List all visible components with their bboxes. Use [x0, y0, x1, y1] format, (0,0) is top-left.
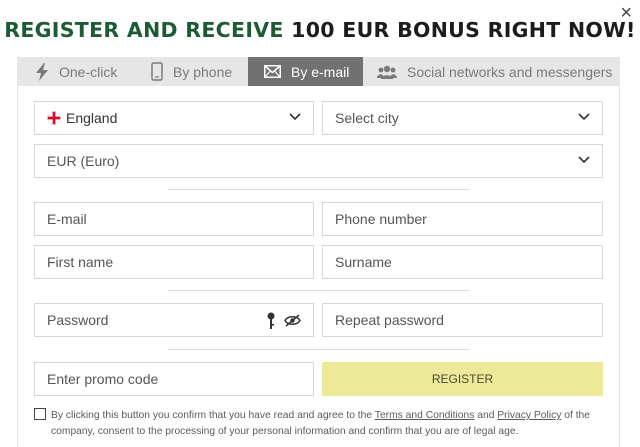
tab-by-phone[interactable]: By phone	[135, 57, 248, 86]
chevron-down-icon	[578, 113, 590, 121]
tab-label: One-click	[59, 63, 118, 80]
country-select[interactable]: England	[34, 101, 314, 135]
password-field[interactable]: Password	[34, 303, 314, 337]
privacy-link[interactable]: Privacy Policy	[497, 410, 561, 421]
consent-text-part: By clicking this button you confirm that…	[51, 410, 375, 421]
email-field[interactable]: E-mail	[34, 202, 314, 236]
title-highlight: REGISTER AND RECEIVE	[4, 18, 292, 42]
page-title: REGISTER AND RECEIVE 100 EUR BONUS RIGHT…	[0, 18, 640, 42]
eye-slash-icon[interactable]	[284, 314, 301, 327]
tab-label: By e-mail	[291, 63, 350, 80]
chevron-down-icon	[289, 113, 301, 121]
key-icon[interactable]	[267, 312, 275, 330]
register-button[interactable]: REGISTER	[322, 362, 603, 396]
title-bonus: 100 EUR BONUS RIGHT NOW!	[291, 18, 636, 42]
currency-select[interactable]: EUR (Euro)	[34, 144, 603, 178]
tab-label: Social networks and messengers	[407, 63, 613, 80]
england-flag-icon	[47, 111, 61, 125]
phone-icon	[151, 62, 163, 81]
divider	[168, 290, 469, 291]
consent-text-part: and	[474, 410, 498, 421]
tab-one-click[interactable]: One-click	[17, 57, 135, 86]
city-select[interactable]: Select city	[322, 101, 603, 135]
divider	[168, 349, 469, 350]
promo-placeholder: Enter promo code	[47, 371, 159, 387]
first-name-field[interactable]: First name	[34, 245, 314, 279]
consent-checkbox[interactable]	[34, 408, 46, 420]
terms-link[interactable]: Terms and Conditions	[375, 410, 475, 421]
envelope-icon	[264, 65, 281, 78]
phone-placeholder: Phone number	[335, 211, 427, 227]
consent-text: By clicking this button you confirm that…	[51, 408, 611, 439]
registration-tabs: One-click By phone By e-mail Social netw…	[17, 57, 620, 86]
repeat-password-placeholder: Repeat password	[335, 312, 444, 328]
country-value: England	[66, 110, 118, 126]
first-name-placeholder: First name	[47, 254, 114, 270]
password-placeholder: Password	[47, 312, 109, 328]
surname-placeholder: Surname	[335, 254, 392, 270]
city-placeholder: Select city	[335, 110, 399, 126]
repeat-password-field[interactable]: Repeat password	[322, 303, 603, 337]
chevron-down-icon	[578, 156, 590, 164]
promo-code-field[interactable]: Enter promo code	[34, 362, 314, 396]
lightning-icon	[36, 62, 48, 81]
divider	[168, 189, 469, 190]
currency-value: EUR (Euro)	[47, 153, 120, 169]
tab-social-networks[interactable]: Social networks and messengers	[363, 57, 620, 86]
tab-label: By phone	[173, 63, 233, 80]
tab-by-email[interactable]: By e-mail	[248, 57, 363, 86]
phone-field[interactable]: Phone number	[322, 202, 603, 236]
users-icon	[377, 65, 397, 79]
surname-field[interactable]: Surname	[322, 245, 603, 279]
email-placeholder: E-mail	[47, 211, 87, 227]
